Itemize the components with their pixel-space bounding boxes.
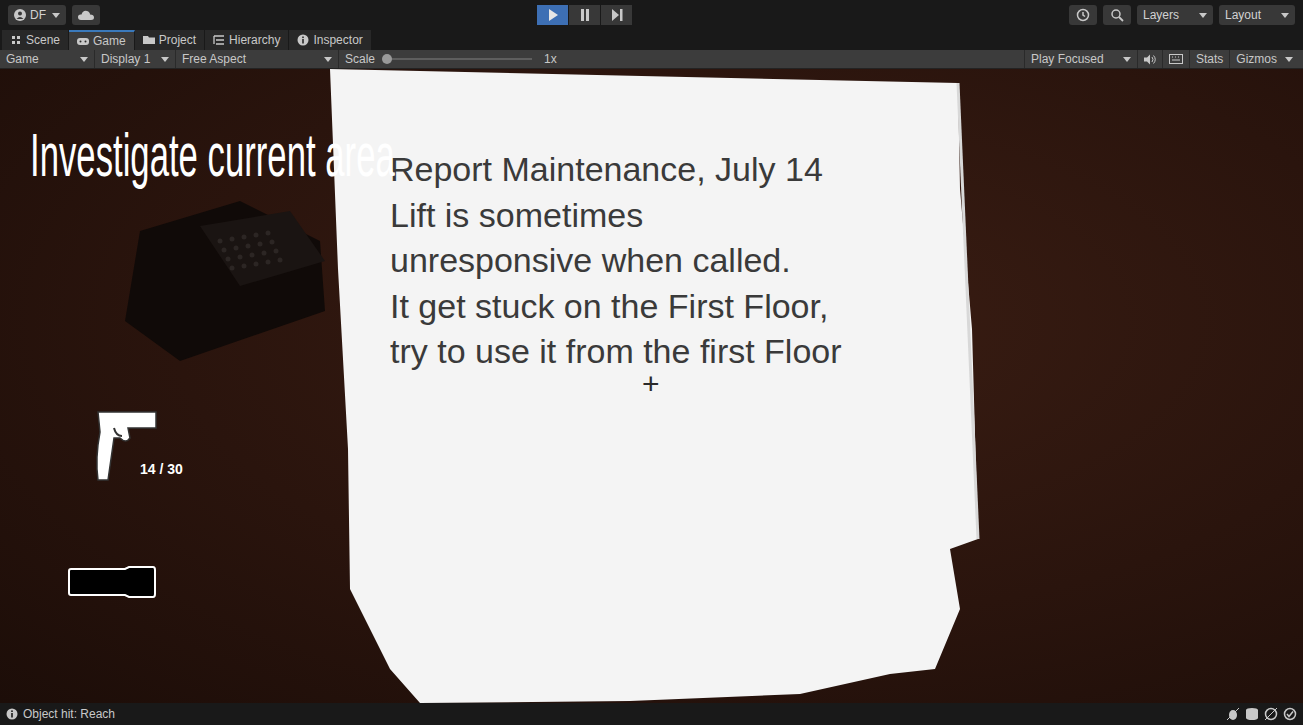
network-icon[interactable] — [1264, 707, 1278, 721]
keyboard-button[interactable] — [1163, 50, 1190, 68]
search-button[interactable] — [1103, 5, 1131, 25]
layers-dropdown[interactable]: Layers — [1137, 5, 1213, 25]
dropdown-arrow-icon — [1285, 57, 1293, 62]
aspect-dropdown[interactable]: Free Aspect — [176, 50, 339, 68]
tab-icon — [10, 34, 22, 46]
gizmos-dropdown[interactable]: Gizmos — [1230, 50, 1299, 68]
view-dropdown[interactable]: Game — [0, 50, 95, 68]
pause-button[interactable] — [569, 5, 600, 25]
status-bar: Object hit: Reach — [0, 703, 1303, 725]
scale-slider[interactable] — [387, 58, 532, 60]
keyboard-icon[interactable] — [1169, 54, 1183, 64]
tab-icon — [143, 34, 155, 46]
stats-button[interactable]: Stats — [1190, 50, 1230, 68]
dropdown-arrow-icon — [80, 57, 88, 62]
check-icon[interactable] — [1283, 707, 1297, 721]
dropdown-arrow-icon — [52, 13, 60, 18]
pause-icon — [580, 9, 590, 21]
cloud-icon — [78, 10, 94, 20]
flashlight-icon — [67, 565, 157, 599]
note-line: It get stuck on the First Floor, — [390, 284, 842, 330]
tab-icon — [297, 34, 309, 46]
dropdown-arrow-icon — [1123, 57, 1131, 62]
note-line: Report Maintenance, July 14 — [390, 147, 842, 193]
note-line: unresponsive when called. — [390, 238, 842, 284]
cache-icon[interactable] — [1245, 707, 1259, 721]
account-icon — [14, 9, 26, 21]
note-line: Lift is sometimes — [390, 193, 842, 239]
tab-icon — [213, 34, 225, 46]
scale-control: Scale1x — [339, 50, 563, 68]
editor-tab[interactable]: Hierarchy — [205, 30, 289, 50]
editor-tab[interactable]: Game — [69, 30, 135, 50]
layout-dropdown[interactable]: Layout — [1219, 5, 1295, 25]
speaker-icon[interactable] — [1144, 54, 1156, 65]
objective-text: Investigate current area — [30, 121, 395, 189]
game-view: Report Maintenance, July 14Lift is somet… — [0, 69, 1303, 703]
main-toolbar: DF Layers Layout — [0, 0, 1303, 30]
play-button[interactable] — [537, 5, 568, 25]
dropdown-arrow-icon — [161, 57, 169, 62]
tab-icon — [77, 35, 89, 47]
mute-button[interactable] — [1138, 50, 1163, 68]
note-text: Report Maintenance, July 14Lift is somet… — [390, 147, 842, 375]
scale-thumb[interactable] — [382, 54, 392, 64]
dropdown-arrow-icon — [1281, 13, 1289, 18]
telephone-icon — [120, 201, 330, 366]
history-icon — [1076, 8, 1090, 22]
ammo-counter: 14 / 30 — [140, 461, 183, 477]
play-mode-dropdown[interactable]: Play Focused — [1024, 50, 1138, 68]
editor-tabs: SceneGameProjectHierarchyInspector — [0, 30, 1303, 50]
step-icon — [611, 9, 623, 21]
account-button[interactable]: DF — [8, 5, 66, 25]
history-button[interactable] — [1069, 5, 1097, 25]
step-button[interactable] — [601, 5, 632, 25]
cloud-button[interactable] — [72, 5, 100, 25]
status-message: Object hit: Reach — [23, 707, 115, 721]
editor-tab[interactable]: Inspector — [289, 30, 371, 50]
editor-tab[interactable]: Scene — [2, 30, 69, 50]
note-line: try to use it from the first Floor — [390, 329, 842, 375]
bug-icon[interactable] — [1226, 707, 1240, 721]
editor-tab[interactable]: Project — [135, 30, 205, 50]
play-icon — [548, 9, 558, 21]
dropdown-arrow-icon — [1199, 13, 1207, 18]
info-icon — [6, 708, 18, 720]
crosshair: + — [642, 369, 660, 399]
display-dropdown[interactable]: Display 1 — [95, 50, 176, 68]
game-toolbar: GameDisplay 1Free AspectScale1x Play Focu… — [0, 50, 1303, 69]
dropdown-arrow-icon — [324, 57, 332, 62]
search-icon — [1110, 8, 1124, 22]
